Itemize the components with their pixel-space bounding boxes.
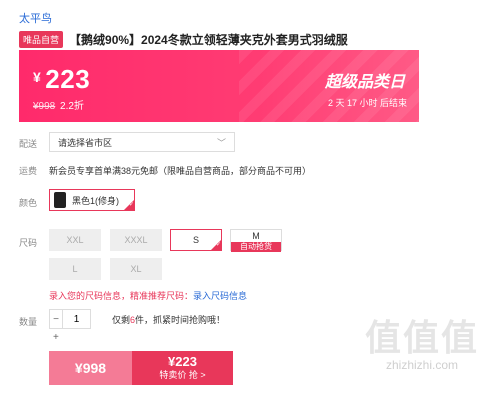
region-select[interactable]: 请选择省市区 ﹀ xyxy=(49,132,235,152)
size-option-xxl[interactable]: XXL xyxy=(49,229,101,251)
brand-link[interactable]: 太平鸟 xyxy=(19,10,52,26)
size-label: 尺码 xyxy=(19,238,38,248)
size-option-xl[interactable]: XL xyxy=(110,258,162,280)
size-option-xxxl[interactable]: XXXL xyxy=(110,229,162,251)
watermark-logo: 值值值 xyxy=(364,317,479,358)
watermark-url: zhizhizhi.com xyxy=(385,358,459,372)
stock-suffix: 件，抓紧时间抢购哦！ xyxy=(135,315,226,325)
jacket-thumbnail-icon xyxy=(54,192,66,208)
promo-title: 超级品类日 xyxy=(324,74,405,91)
product-title: 【鹅绒90%】2024冬款立领轻薄夹克外套男式羽绒服 xyxy=(69,33,348,47)
original-price: ¥998 xyxy=(33,101,56,112)
sale-price: ¥223 xyxy=(33,64,90,95)
buy-now-price: ¥223 xyxy=(168,354,197,369)
size-option-s-label: S xyxy=(192,235,199,245)
price-banner: ¥223 ¥998 2.2折 超级品类日 2 天 17 小时 后结束 xyxy=(19,50,419,122)
freight-label: 运费 xyxy=(19,166,38,176)
quantity-stepper: − xyxy=(49,309,91,329)
region-select-placeholder: 请选择省市区 xyxy=(58,137,113,148)
site-watermark: 值值值 zhizhizhi.com xyxy=(352,317,492,373)
quantity-minus-button[interactable]: − xyxy=(49,309,63,329)
auto-restock-tag: 自动抢货 xyxy=(231,242,281,252)
price-sub-info: ¥998 2.2折 xyxy=(33,97,84,112)
delivery-label: 配送 xyxy=(19,139,38,149)
quantity-input[interactable] xyxy=(63,309,91,329)
size-option-m[interactable]: M 自动抢货 xyxy=(230,229,282,252)
quantity-label: 数量 xyxy=(19,317,38,327)
freight-info: 新会员专享首单满38元免邮（限唯品自营商品，部分商品不可用） xyxy=(49,166,312,176)
currency-symbol: ¥ xyxy=(33,69,42,85)
selected-check-icon xyxy=(211,240,221,250)
buy-now-button[interactable]: ¥223 特卖价 抢 > xyxy=(132,351,233,385)
size-option-l[interactable]: L xyxy=(49,258,101,280)
size-hint-text: 录入您的尺码信息，精准推荐尺码： xyxy=(49,291,194,301)
size-option-m-label: M xyxy=(252,231,260,241)
discount-rate: 2.2折 xyxy=(60,101,84,112)
product-title-row: 唯品自营 【鹅绒90%】2024冬款立领轻薄夹克外套男式羽绒服 xyxy=(19,31,348,48)
selected-check-icon xyxy=(124,200,134,210)
color-option-label: 黑色1(修身) xyxy=(72,195,119,206)
size-hint: 录入您的尺码信息，精准推荐尺码：录入尺码信息 xyxy=(49,289,247,302)
color-option-black[interactable]: 黑色1(修身) xyxy=(49,189,135,211)
quantity-plus-button[interactable]: + xyxy=(53,332,59,343)
buy-now-label: 特卖价 抢 > xyxy=(159,370,206,380)
self-operated-badge: 唯品自营 xyxy=(19,31,64,48)
promo-countdown: 2 天 17 小时 后结束 xyxy=(327,98,407,108)
enter-size-link[interactable]: 录入尺码信息 xyxy=(193,291,247,301)
size-option-s[interactable]: S xyxy=(170,229,222,251)
chevron-down-icon: ﹀ xyxy=(216,137,226,148)
original-price-button[interactable]: ¥998 xyxy=(49,351,132,385)
sale-price-value: 223 xyxy=(45,64,91,94)
stock-prefix: 仅剩 xyxy=(112,315,131,325)
stock-notice: 仅剩6件，抓紧时间抢购哦！ xyxy=(112,313,225,326)
color-label: 颜色 xyxy=(19,198,38,208)
